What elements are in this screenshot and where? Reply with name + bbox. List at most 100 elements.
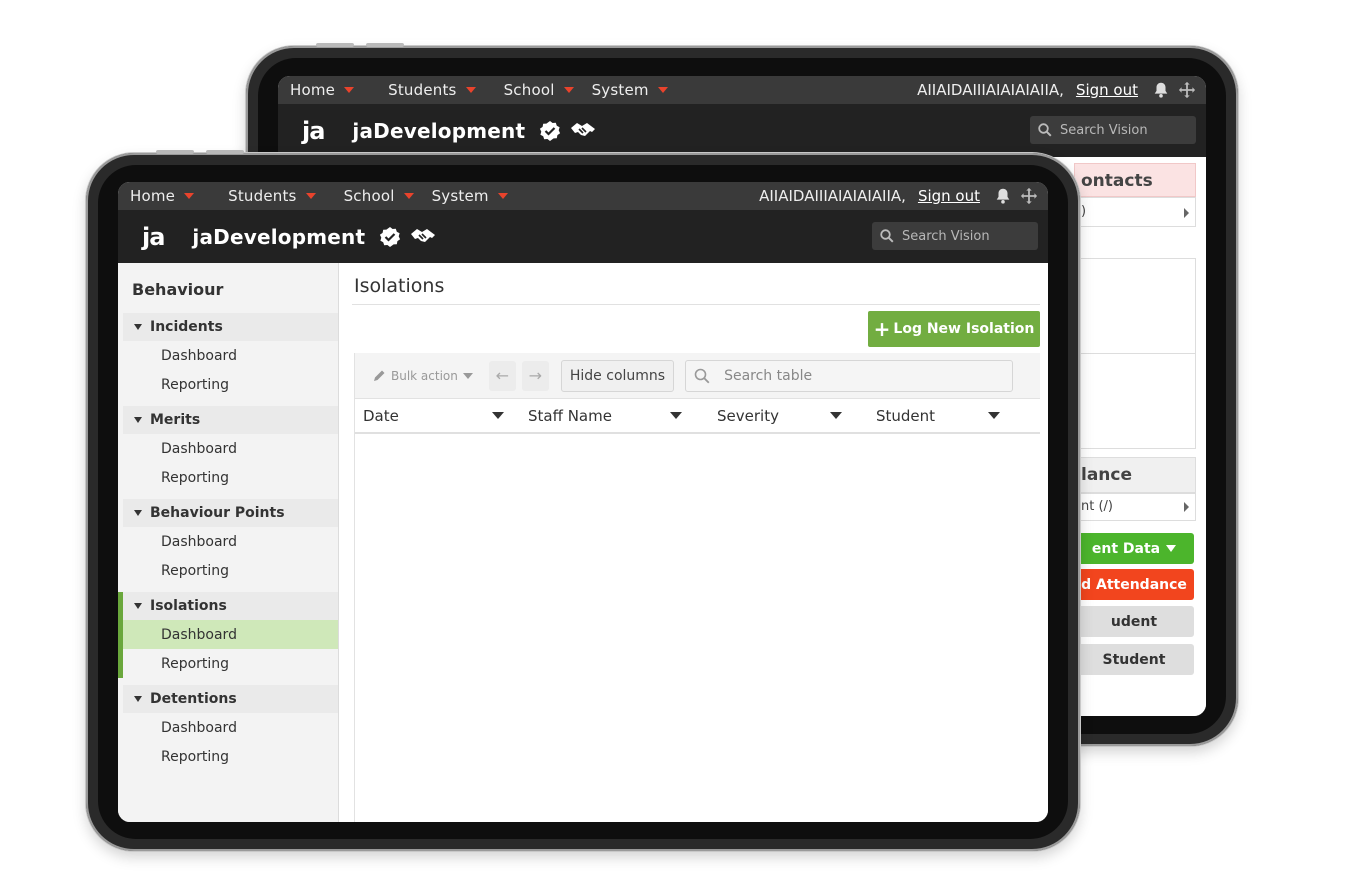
contacts-heading: ontacts xyxy=(1074,163,1196,197)
sidebar-item-behaviour-points-dashboard[interactable]: Dashboard xyxy=(123,527,338,556)
move-icon[interactable] xyxy=(1178,81,1196,99)
group-header-detentions[interactable]: Detentions xyxy=(123,685,338,713)
nav-system[interactable]: System xyxy=(432,187,508,205)
move-icon[interactable] xyxy=(1020,187,1038,205)
caret-down-icon xyxy=(134,696,142,702)
row-label: ) xyxy=(1081,204,1087,219)
nav-right: AIIAIDAIIIAIAIAIAIIA, Sign out xyxy=(759,182,1038,210)
search-icon xyxy=(1038,123,1052,137)
plus-icon: + xyxy=(873,317,891,341)
brand-name: jaDevelopment xyxy=(352,118,526,143)
nav-school[interactable]: School xyxy=(344,187,414,205)
sidebar-item-merits-dashboard[interactable]: Dashboard xyxy=(123,434,338,463)
sidebar-item-incidents-dashboard[interactable]: Dashboard xyxy=(123,341,338,370)
top-nav: Home Students School System AIIAIDAIIIAI… xyxy=(278,76,1206,104)
sign-out-link[interactable]: Sign out xyxy=(1076,81,1138,99)
row-label: nt (/) xyxy=(1081,499,1113,514)
global-search[interactable]: Search Vision xyxy=(872,222,1038,250)
nav-home[interactable]: Home xyxy=(130,187,195,205)
bell-icon[interactable] xyxy=(994,187,1012,205)
bulk-action-label: Bulk action xyxy=(391,368,458,383)
bulk-action-dropdown[interactable]: Bulk action xyxy=(373,369,473,383)
sidebar: Behaviour Incidents Dashboard Reporting … xyxy=(118,263,339,822)
nav-school[interactable]: School xyxy=(504,81,574,99)
info-panel xyxy=(1074,353,1196,449)
column-student[interactable]: Student xyxy=(850,399,1022,432)
next-page-button[interactable]: → xyxy=(521,360,549,391)
search-placeholder: Search Vision xyxy=(1060,122,1148,138)
student-button[interactable]: udent xyxy=(1074,606,1194,637)
user-name: AIIAIDAIIIAIAIAIAIIA, xyxy=(759,187,906,205)
nav-label: School xyxy=(503,81,555,99)
nav-students[interactable]: Students xyxy=(228,187,316,205)
sidebar-group-incidents: Incidents Dashboard Reporting xyxy=(123,313,338,399)
hide-columns-button[interactable]: Hide columns xyxy=(560,359,675,392)
device-button xyxy=(316,43,354,47)
arrow-right-icon: → xyxy=(528,366,543,385)
caret-down-icon xyxy=(1166,545,1177,552)
caret-down-icon xyxy=(563,87,574,93)
column-severity[interactable]: Severity xyxy=(690,399,850,432)
caret-down-icon xyxy=(657,87,668,93)
attendance-button[interactable]: d Attendance xyxy=(1074,569,1194,600)
prev-page-button[interactable]: ← xyxy=(488,360,516,391)
caret-down-icon xyxy=(462,372,473,379)
group-header-incidents[interactable]: Incidents xyxy=(123,313,338,341)
column-staff-name[interactable]: Staff Name xyxy=(512,399,690,432)
global-search[interactable]: Search Vision xyxy=(1030,116,1196,144)
attendance-row[interactable]: nt (/) xyxy=(1074,493,1196,521)
sidebar-group-isolations: Isolations Dashboard Reporting xyxy=(118,592,338,678)
isolations-table: Bulk action ← → Hide columns Search tabl… xyxy=(354,353,1040,822)
brand-bar: ja jaDevelopment Search Vision xyxy=(118,210,1048,263)
contacts-row[interactable]: ) xyxy=(1074,197,1196,227)
sidebar-group-behaviour-points: Behaviour Points Dashboard Reporting xyxy=(123,499,338,585)
column-label: Student xyxy=(876,406,936,425)
sign-out-link[interactable]: Sign out xyxy=(918,187,980,205)
sort-caret-icon xyxy=(830,412,842,419)
group-header-isolations[interactable]: Isolations xyxy=(123,592,338,620)
top-nav: Home Students School System AIIAIDAIIIAI… xyxy=(118,182,1048,210)
search-placeholder: Search Vision xyxy=(902,228,990,244)
page-title: Isolations xyxy=(354,275,445,297)
group-header-behaviour-points[interactable]: Behaviour Points xyxy=(123,499,338,527)
button-label: ent Data xyxy=(1091,540,1161,557)
sidebar-item-detentions-dashboard[interactable]: Dashboard xyxy=(123,713,338,742)
sidebar-item-behaviour-points-reporting[interactable]: Reporting xyxy=(123,556,338,585)
column-label: Staff Name xyxy=(528,406,612,425)
table-search-input[interactable]: Search table xyxy=(685,359,1014,392)
brand-bar: ja jaDevelopment Search Vision xyxy=(278,104,1206,157)
nav-label: School xyxy=(343,187,395,205)
sidebar-group-detentions: Detentions Dashboard Reporting xyxy=(123,685,338,771)
nav-students[interactable]: Students xyxy=(388,81,476,99)
student-button-2[interactable]: Student xyxy=(1074,644,1194,675)
table-header: Date Staff Name Severity Student xyxy=(355,398,1040,434)
sidebar-item-incidents-reporting[interactable]: Reporting xyxy=(123,370,338,399)
sidebar-item-detentions-reporting[interactable]: Reporting xyxy=(123,742,338,771)
student-data-button[interactable]: ent Data xyxy=(1074,533,1194,564)
caret-down-icon xyxy=(134,417,142,423)
caret-down-icon xyxy=(403,193,414,199)
handshake-icon xyxy=(411,228,436,242)
main-content: Isolations + Log New Isolation Bulk actio… xyxy=(340,263,1048,822)
pencil-icon xyxy=(374,370,385,381)
nav-home[interactable]: Home xyxy=(290,81,355,99)
column-label: Date xyxy=(363,406,399,425)
caret-down-icon xyxy=(134,603,142,609)
column-date[interactable]: Date xyxy=(355,399,512,432)
nav-system[interactable]: System xyxy=(592,81,668,99)
chevron-right-icon xyxy=(1184,208,1189,218)
attendance-heading: lance xyxy=(1074,457,1196,493)
info-panel xyxy=(1074,258,1196,354)
bell-icon[interactable] xyxy=(1152,81,1170,99)
sidebar-item-isolations-dashboard[interactable]: Dashboard xyxy=(123,620,338,649)
sidebar-item-merits-reporting[interactable]: Reporting xyxy=(123,463,338,492)
caret-down-icon xyxy=(465,87,476,93)
chevron-right-icon xyxy=(1184,502,1189,512)
nav-label: Students xyxy=(388,81,457,99)
log-new-isolation-button[interactable]: + Log New Isolation xyxy=(868,311,1040,347)
group-header-merits[interactable]: Merits xyxy=(123,406,338,434)
brand-icons xyxy=(379,226,437,248)
caret-down-icon xyxy=(305,193,316,199)
sidebar-item-isolations-reporting[interactable]: Reporting xyxy=(123,649,338,678)
brand-icons xyxy=(539,120,597,142)
